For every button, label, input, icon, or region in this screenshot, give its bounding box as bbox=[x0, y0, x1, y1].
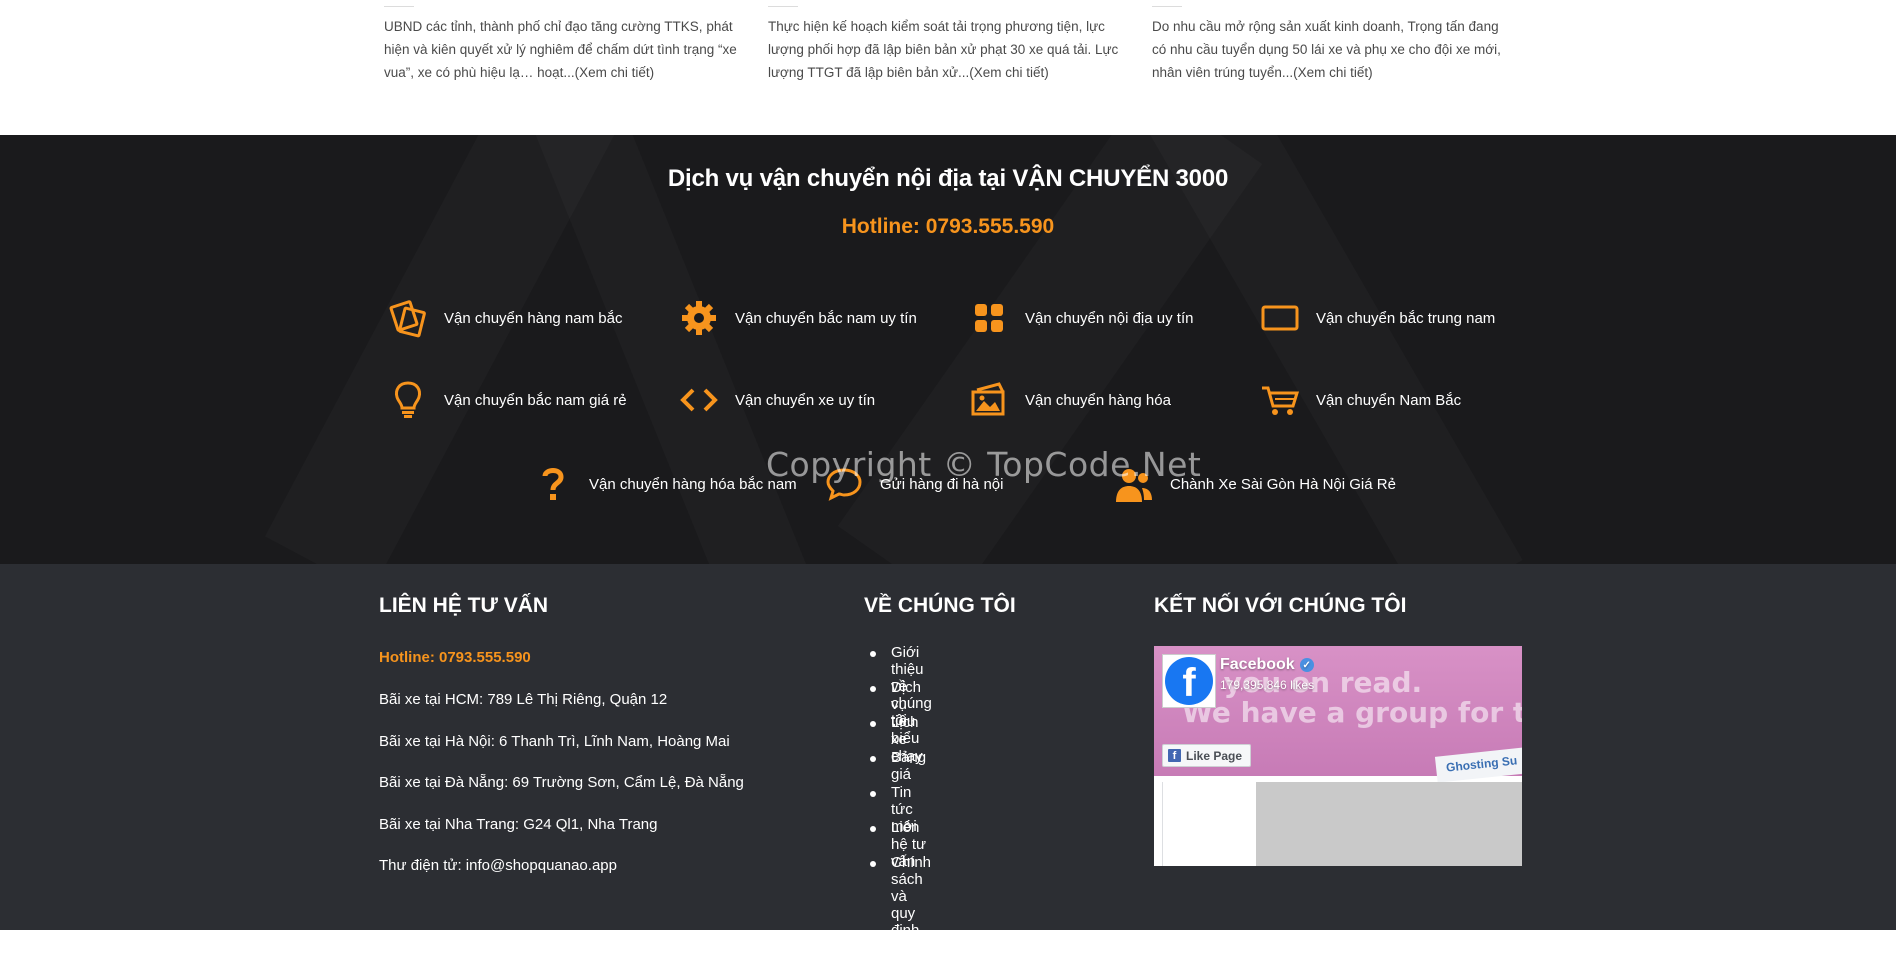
picture-icon bbox=[967, 378, 1011, 422]
contact-email[interactable]: Thư điện tử: info@shopquanao.app bbox=[379, 857, 617, 874]
divider bbox=[768, 6, 798, 7]
contact-heading: LIÊN HỆ TƯ VẤN bbox=[379, 594, 549, 617]
service-item[interactable]: Gửi hàng đi hà nội bbox=[822, 462, 1003, 506]
service-item[interactable]: Vận chuyển nội địa uy tín bbox=[967, 296, 1193, 340]
services-section: Dịch vụ vận chuyển nội địa tại VẬN CHUYỂ… bbox=[0, 135, 1896, 564]
service-item[interactable]: Vận chuyển bắc nam giá rẻ bbox=[386, 378, 627, 422]
cover-tag: Ghosting Su bbox=[1434, 745, 1522, 783]
facebook-feed-preview bbox=[1154, 782, 1522, 866]
question-icon bbox=[531, 462, 575, 506]
about-link[interactable]: Bảng giá bbox=[864, 749, 932, 784]
news-excerpt: UBND các tỉnh, thành phố chỉ đạo tăng cư… bbox=[384, 19, 737, 80]
service-label: Vận chuyển bắc trung nam bbox=[1316, 309, 1496, 327]
service-label: Vận chuyển hàng hóa bbox=[1025, 391, 1171, 409]
news-strip: UBND các tỉnh, thành phố chỉ đạo tăng cư… bbox=[0, 0, 1896, 135]
about-link[interactable]: Tin tức mới bbox=[864, 784, 932, 835]
service-label: Vận chuyển bắc nam giá rẻ bbox=[444, 391, 627, 409]
bullet bbox=[870, 791, 876, 797]
news-excerpt: Do nhu cầu mở rộng sản xuất kinh doanh, … bbox=[1152, 19, 1501, 80]
service-label: Vận chuyển Nam Bắc bbox=[1316, 391, 1462, 409]
divider bbox=[384, 6, 414, 7]
address-nhatrang: Bãi xe tại Nha Trang: G24 Ql1, Nha Trang bbox=[379, 816, 658, 833]
service-label: Vận chuyển xe uy tín bbox=[735, 391, 876, 409]
facebook-widget[interactable]: ... you on read. We have a group for the… bbox=[1154, 646, 1522, 866]
facebook-logo-icon[interactable]: f bbox=[1162, 654, 1216, 708]
about-link[interactable]: Dịch vụ tiêu biểu bbox=[864, 679, 932, 747]
read-more-link[interactable]: (Xem chi tiết) bbox=[969, 65, 1049, 80]
verified-icon: ✓ bbox=[1299, 658, 1314, 672]
service-item[interactable]: Vận chuyển hàng hóa bắc nam bbox=[531, 462, 797, 506]
service-item[interactable]: Vận chuyển Nam Bắc bbox=[1258, 378, 1461, 422]
footer: LIÊN HỆ TƯ VẤN Hotline: 0793.555.590 Bãi… bbox=[0, 564, 1896, 956]
service-item[interactable]: Vận chuyển bắc trung nam bbox=[1258, 296, 1495, 340]
service-label: Vận chuyển bắc nam uy tín bbox=[735, 309, 917, 327]
address-hanoi: Bãi xe tại Hà Nội: 6 Thanh Trì, Lĩnh Nam… bbox=[379, 733, 730, 750]
rectangle-icon bbox=[1258, 296, 1302, 340]
services-title: Dịch vụ vận chuyển nội địa tại VẬN CHUYỂ… bbox=[667, 165, 1229, 192]
about-link[interactable]: Liên hệ tư vấn bbox=[864, 819, 932, 870]
address-hcm: Bãi xe tại HCM: 789 Lê Thị Riêng, Quận 1… bbox=[379, 691, 668, 708]
bullet bbox=[870, 756, 876, 762]
connect-heading: KẾT NỐI VỚI CHÚNG TÔI bbox=[1154, 594, 1407, 617]
address-danang: Bãi xe tại Đà Nẵng: 69 Trường Sơn, Cẩm L… bbox=[379, 774, 744, 791]
service-label: Vận chuyển hàng hóa bắc nam bbox=[589, 475, 797, 493]
service-item[interactable]: Vận chuyển xe uy tín bbox=[677, 378, 875, 422]
facebook-likes-count: 179,395,846 likes bbox=[1220, 678, 1315, 692]
footer-hotline[interactable]: Hotline: 0793.555.590 bbox=[379, 649, 531, 666]
about-heading: VỀ CHÚNG TÔI bbox=[864, 594, 1016, 617]
facebook-f-icon: f bbox=[1168, 749, 1181, 762]
facebook-cover[interactable]: ... you on read. We have a group for the… bbox=[1154, 646, 1522, 783]
about-link[interactable]: Giới thiệu về chúng tôi bbox=[864, 644, 932, 729]
service-item[interactable]: Vận chuyển hàng hóa bbox=[967, 378, 1171, 422]
service-label: Vận chuyển nội địa uy tín bbox=[1025, 309, 1194, 327]
chat-icon bbox=[822, 462, 866, 506]
service-item[interactable]: Vận chuyển bắc nam uy tín bbox=[677, 296, 917, 340]
lightbulb-icon bbox=[386, 378, 430, 422]
bullet bbox=[870, 721, 876, 727]
users-icon bbox=[1112, 462, 1156, 506]
bullet bbox=[870, 826, 876, 832]
divider bbox=[1152, 6, 1182, 7]
about-link[interactable]: Lịch xe chạy bbox=[864, 714, 932, 765]
about-link[interactable]: Chính sách và quy định chung bbox=[864, 854, 932, 956]
cart-icon bbox=[1258, 378, 1302, 422]
service-label: Gửi hàng đi hà nội bbox=[880, 475, 1004, 493]
divider bbox=[1162, 782, 1163, 866]
grid-icon bbox=[967, 296, 1011, 340]
read-more-link[interactable]: (Xem chi tiết) bbox=[1293, 65, 1373, 80]
bullet bbox=[870, 651, 876, 657]
code-icon bbox=[677, 378, 721, 422]
cover-text: We have a group for the bbox=[1182, 696, 1522, 729]
read-more-link[interactable]: (Xem chi tiết) bbox=[575, 65, 655, 80]
service-label: Chành Xe Sài Gòn Hà Nội Giá Rẻ bbox=[1170, 475, 1396, 493]
like-page-button[interactable]: f Like Page bbox=[1162, 744, 1252, 767]
facebook-page-name[interactable]: Facebook ✓ bbox=[1220, 656, 1314, 674]
about-links: Giới thiệu về chúng tôi Dịch vụ tiêu biể… bbox=[864, 644, 932, 956]
news-excerpt: Thực hiện kế hoạch kiểm soát tải trọng p… bbox=[768, 19, 1119, 80]
service-item[interactable]: Chành Xe Sài Gòn Hà Nội Giá Rẻ bbox=[1112, 462, 1396, 506]
bullet bbox=[870, 861, 876, 867]
post-thumbnail[interactable] bbox=[1256, 782, 1522, 866]
service-label: Vận chuyển hàng nam bắc bbox=[444, 309, 623, 327]
services-hotline[interactable]: Hotline: 0793.555.590 bbox=[0, 215, 1896, 239]
cards-icon bbox=[386, 296, 430, 340]
service-item[interactable]: Vận chuyển hàng nam bắc bbox=[386, 296, 622, 340]
gear-icon bbox=[677, 296, 721, 340]
bullet bbox=[870, 686, 876, 692]
